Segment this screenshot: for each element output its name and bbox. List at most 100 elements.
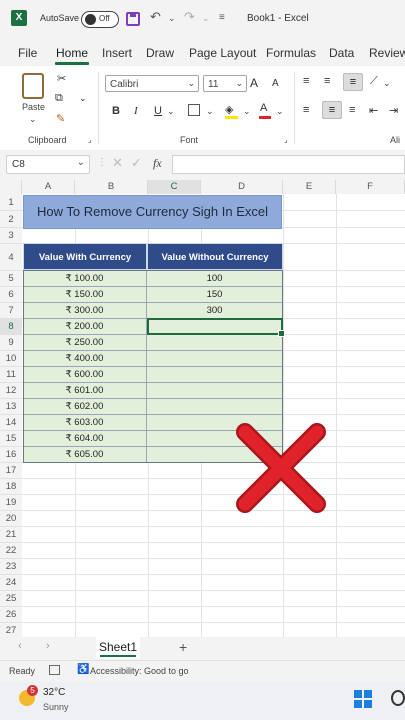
column-header-b[interactable]: B (75, 180, 148, 194)
italic-button[interactable]: I (134, 105, 138, 117)
search-icon[interactable] (391, 690, 405, 706)
paste-dropdown-icon[interactable]: ⌄ (29, 114, 37, 125)
row-header[interactable]: 4 (0, 244, 22, 271)
header-with-currency[interactable]: Value With Currency (23, 243, 147, 270)
column-header-a[interactable]: A (22, 180, 75, 194)
name-box[interactable]: C8 ⌄ (6, 155, 90, 174)
orientation-icon[interactable]: ⟋ (370, 75, 378, 88)
undo-dropdown-icon[interactable]: ⌄ (168, 13, 176, 24)
tab-file[interactable]: File (18, 46, 37, 60)
weather-temperature[interactable]: 32°C (43, 687, 65, 698)
row-header[interactable]: 11 (0, 367, 22, 383)
row-header[interactable]: 3 (0, 228, 22, 244)
header-without-currency[interactable]: Value Without Currency (147, 243, 283, 270)
row-header[interactable]: 10 (0, 351, 22, 367)
row-header[interactable]: 23 (0, 559, 22, 575)
font-size-select[interactable]: 11 ⌄ (203, 75, 247, 92)
format-painter-icon[interactable]: ✎ (56, 112, 65, 125)
row-header[interactable]: 6 (0, 287, 22, 303)
font-name-select[interactable]: Calibri ⌄ (105, 75, 199, 92)
fill-dropdown-icon[interactable]: ⌄ (243, 106, 251, 117)
align-center-icon[interactable]: ≡ (322, 101, 342, 119)
column-header-d[interactable]: D (201, 180, 283, 194)
column-header-c[interactable]: C (148, 180, 201, 194)
fill-color-icon[interactable]: ◈ (225, 103, 233, 116)
sheet-title-cell[interactable]: How To Remove Currency Sigh In Excel (23, 195, 282, 229)
shrink-font-button[interactable]: A (272, 78, 279, 89)
underline-dropdown-icon[interactable]: ⌄ (167, 106, 175, 117)
more-options-icon[interactable]: ⋮ (97, 157, 107, 168)
orientation-dropdown-icon[interactable]: ⌄ (383, 78, 391, 89)
chevron-down-icon[interactable]: ⌄ (77, 157, 85, 168)
undo-icon[interactable]: ↶ (150, 9, 161, 25)
add-sheet-button[interactable]: + (179, 639, 187, 655)
next-sheet-icon[interactable]: › (46, 640, 50, 652)
clipboard-launcher-icon[interactable]: ⌟ (88, 135, 92, 144)
font-launcher-icon[interactable]: ⌟ (284, 135, 288, 144)
row-header[interactable]: 2 (0, 211, 22, 228)
cut-icon[interactable]: ✂ (57, 72, 66, 85)
tab-review[interactable]: Review (369, 46, 405, 60)
row-header[interactable]: 15 (0, 431, 22, 447)
enter-icon[interactable]: ✓ (131, 155, 142, 171)
tab-draw[interactable]: Draw (146, 46, 174, 60)
copy-dropdown-icon[interactable]: ⌄ (79, 93, 87, 104)
align-left-icon[interactable]: ≡ (303, 104, 309, 116)
row-header[interactable]: 26 (0, 607, 22, 623)
row-header[interactable]: 18 (0, 479, 22, 495)
row-header[interactable]: 8 (0, 319, 22, 335)
select-all-corner[interactable] (0, 180, 22, 194)
row-header[interactable]: 25 (0, 591, 22, 607)
borders-icon[interactable] (188, 104, 200, 116)
weather-condition[interactable]: Sunny (43, 702, 69, 712)
insert-function-button[interactable]: fx (153, 156, 162, 171)
prev-sheet-icon[interactable]: ‹ (18, 640, 22, 652)
redo-icon[interactable]: ↷ (184, 9, 195, 25)
underline-button[interactable]: U (154, 105, 162, 117)
row-header[interactable]: 20 (0, 511, 22, 527)
formula-input[interactable] (172, 155, 405, 174)
align-middle-icon[interactable]: ≡ (324, 75, 330, 87)
row-header[interactable]: 24 (0, 575, 22, 591)
font-color-icon[interactable]: A (260, 102, 267, 114)
borders-dropdown-icon[interactable]: ⌄ (206, 106, 214, 117)
tab-data[interactable]: Data (329, 46, 354, 60)
column-header-e[interactable]: E (283, 180, 336, 194)
paste-icon[interactable] (22, 73, 44, 99)
redo-dropdown-icon[interactable]: ⌄ (202, 13, 210, 24)
accessibility-icon[interactable]: ♿ (77, 664, 89, 675)
selected-cell-c8[interactable] (147, 318, 285, 337)
row-header[interactable]: 12 (0, 383, 22, 399)
row-header[interactable]: 1 (0, 194, 22, 211)
autosave-toggle[interactable]: Off (81, 11, 119, 28)
align-right-icon[interactable]: ≡ (349, 104, 355, 116)
row-header[interactable]: 13 (0, 399, 22, 415)
row-header[interactable]: 9 (0, 335, 22, 351)
tab-home[interactable]: Home (56, 46, 88, 60)
windows-logo-icon[interactable] (354, 690, 372, 708)
bold-button[interactable]: B (112, 105, 120, 117)
row-header[interactable]: 21 (0, 527, 22, 543)
macro-record-icon[interactable] (49, 665, 60, 675)
row-header[interactable]: 7 (0, 303, 22, 319)
row-header[interactable]: 19 (0, 495, 22, 511)
column-header-f[interactable]: F (336, 180, 405, 194)
grow-font-button[interactable]: A (250, 76, 258, 90)
row-header[interactable]: 5 (0, 271, 22, 287)
align-bottom-icon[interactable]: ≡ (343, 73, 363, 91)
increase-indent-icon[interactable]: ⇥ (389, 104, 398, 117)
tab-formulas[interactable]: Formulas (266, 46, 316, 60)
decrease-indent-icon[interactable]: ⇤ (369, 104, 378, 117)
tab-page-layout[interactable]: Page Layout (189, 46, 256, 60)
row-header[interactable]: 17 (0, 463, 22, 479)
font-color-dropdown-icon[interactable]: ⌄ (276, 106, 284, 117)
copy-icon[interactable]: ⧉ (55, 92, 63, 105)
save-icon[interactable] (126, 12, 140, 26)
align-top-icon[interactable]: ≡ (303, 75, 309, 87)
row-header[interactable]: 22 (0, 543, 22, 559)
accessibility-status[interactable]: Accessibility: Good to go (90, 666, 189, 676)
row-header[interactable]: 14 (0, 415, 22, 431)
customize-icon[interactable]: ≡ (219, 12, 225, 23)
row-header[interactable]: 16 (0, 447, 22, 463)
cancel-icon[interactable]: ✕ (112, 155, 123, 171)
